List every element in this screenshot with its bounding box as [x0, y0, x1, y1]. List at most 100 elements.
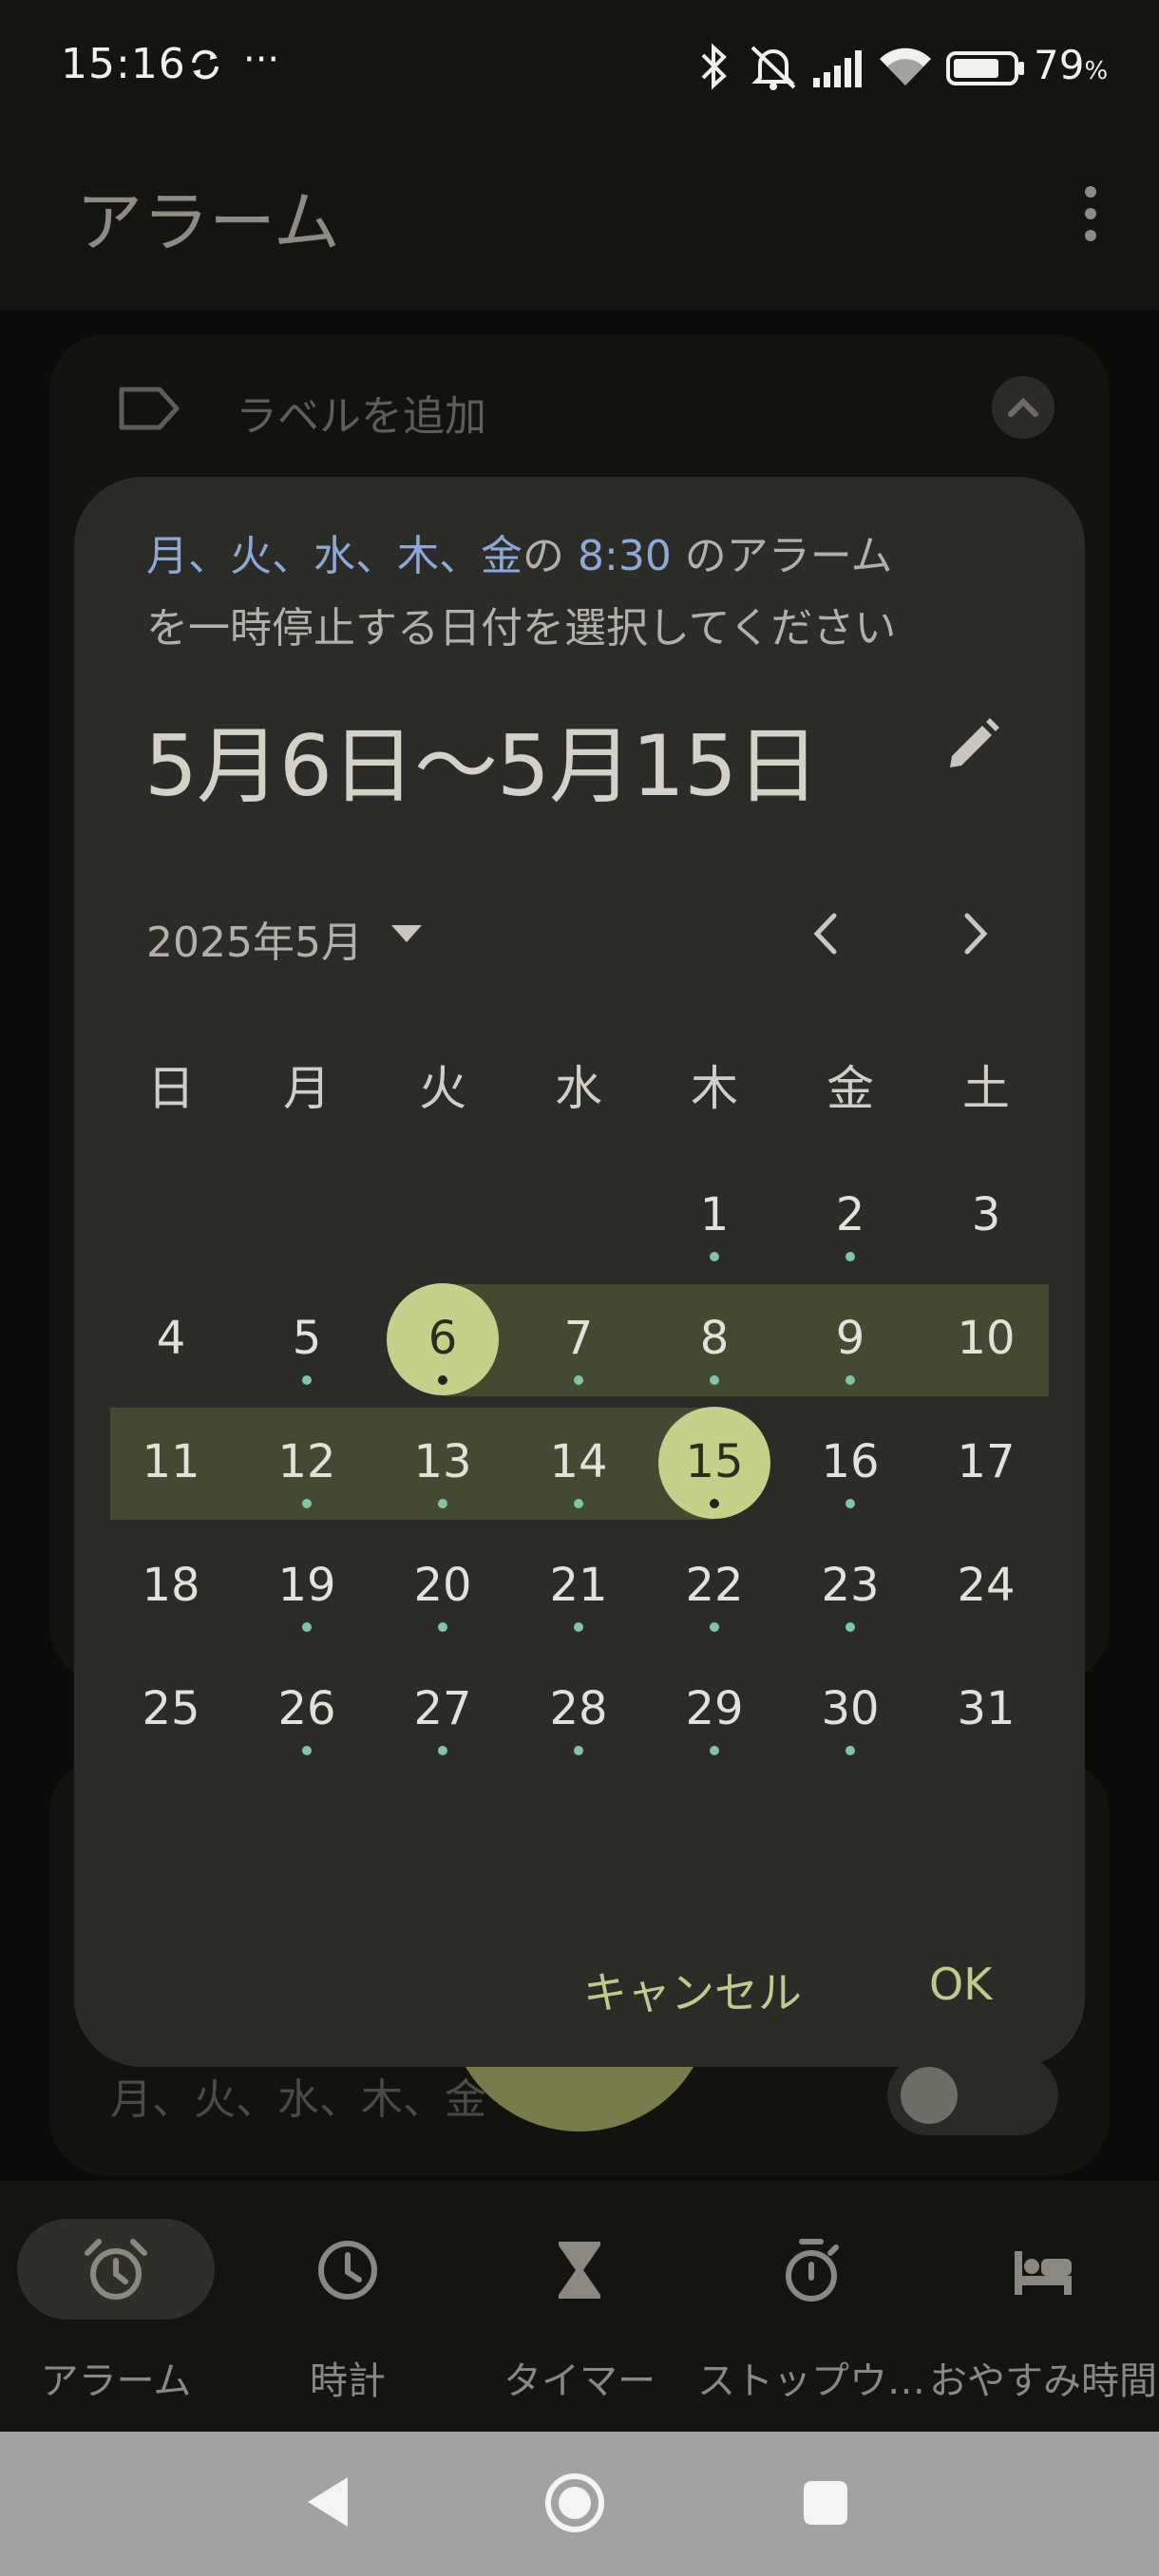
alarm-day-dot: [710, 1499, 719, 1508]
calendar-day-label: 28: [549, 1682, 608, 1735]
calendar-day[interactable]: 16: [793, 1419, 907, 1508]
alarm-day-dot: [302, 1746, 312, 1755]
alarm-day-dot: [710, 1375, 719, 1385]
nav-item[interactable]: アラーム: [0, 2181, 232, 2432]
weekday-header: 木: [691, 1061, 738, 1116]
headline-time: 8:30: [578, 532, 672, 580]
calendar-day[interactable]: 27: [386, 1666, 500, 1755]
calendar-day-label: 10: [957, 1312, 1016, 1365]
alarm-clock-icon: [85, 2239, 147, 2300]
collapse-button[interactable]: [992, 376, 1054, 439]
calendar-day-label: 8: [699, 1312, 730, 1365]
calendar-day[interactable]: 21: [522, 1543, 636, 1632]
calendar-day-label: 21: [549, 1559, 608, 1612]
calendar-day-label: 20: [413, 1559, 472, 1612]
nav-item[interactable]: おやすみ時間: [927, 2181, 1159, 2432]
calendar-day[interactable]: 12: [250, 1419, 364, 1508]
weekday-header: 金: [826, 1061, 874, 1116]
nav-item[interactable]: ストップウ…: [695, 2181, 927, 2432]
calendar-day[interactable]: 20: [386, 1543, 500, 1632]
calendar-day[interactable]: 9: [793, 1296, 907, 1385]
calendar-day-label: 17: [957, 1435, 1016, 1488]
calendar-day[interactable]: 15: [657, 1419, 771, 1508]
prev-month-button[interactable]: [806, 908, 847, 959]
overflow-menu-icon[interactable]: [1064, 180, 1117, 247]
calendar-day-label: 5: [292, 1312, 322, 1365]
nav-label: おやすみ時間: [929, 2359, 1157, 2403]
calendar-day[interactable]: 17: [929, 1419, 1043, 1505]
wifi-icon: [880, 47, 931, 85]
calendar-day[interactable]: 13: [386, 1419, 500, 1508]
alarm-day-dot: [846, 1622, 855, 1632]
weekday-header: 土: [962, 1061, 1010, 1116]
calendar-day[interactable]: 24: [929, 1543, 1043, 1628]
calendar-day[interactable]: 23: [793, 1543, 907, 1632]
calendar-day[interactable]: 8: [657, 1296, 771, 1385]
calendar-day[interactable]: 2: [793, 1172, 907, 1261]
next-month-button[interactable]: [954, 908, 996, 959]
status-time: 15:16: [61, 40, 186, 88]
bluetooth-icon: [701, 43, 727, 90]
calendar-day-label: 19: [277, 1559, 336, 1612]
alarm-day-dot: [574, 1622, 583, 1632]
calendar-day[interactable]: 28: [522, 1666, 636, 1755]
calendar-day-label: 31: [957, 1682, 1016, 1735]
more-notifications-icon: ···: [243, 38, 280, 82]
mute-icon: [750, 46, 796, 90]
calendar-day[interactable]: 3: [929, 1172, 1043, 1258]
calendar-day-label: 14: [549, 1435, 608, 1488]
battery-icon: [946, 51, 1024, 85]
calendar-day[interactable]: 26: [250, 1666, 364, 1755]
calendar-day[interactable]: 25: [114, 1666, 228, 1752]
calendar-day[interactable]: 18: [114, 1543, 228, 1628]
calendar-day[interactable]: 30: [793, 1666, 907, 1755]
calendar-day-label: 25: [142, 1682, 200, 1735]
calendar-day-label: 13: [413, 1435, 472, 1488]
ok-button[interactable]: OK: [929, 1959, 992, 2010]
alarm-repeat-days: 月、火、水、木、金: [110, 2075, 486, 2124]
edit-pencil-icon[interactable]: [942, 714, 1003, 775]
weekday-header: 日: [147, 1061, 195, 1116]
home-icon[interactable]: [543, 2472, 606, 2534]
nav-item[interactable]: タイマー: [464, 2181, 695, 2432]
calendar-day-label: 7: [563, 1312, 594, 1365]
calendar-day[interactable]: 19: [250, 1543, 364, 1632]
nav-label: 時計: [310, 2359, 386, 2403]
calendar-day[interactable]: 7: [522, 1296, 636, 1385]
calendar-day[interactable]: 5: [250, 1296, 364, 1385]
dialog-headline: 月、火、水、木、金の 8:30 のアラームを一時停止する日付を選択してください: [146, 532, 897, 653]
calendar-day[interactable]: 14: [522, 1419, 636, 1508]
dropdown-triangle-icon[interactable]: [388, 919, 426, 948]
alarm-day-dot: [302, 1499, 312, 1508]
calendar-day[interactable]: 1: [657, 1172, 771, 1261]
alarm-day-dot: [846, 1746, 855, 1755]
calendar-day[interactable]: 11: [114, 1419, 228, 1505]
alarm-day-dot: [574, 1375, 583, 1385]
calendar-day-label: 9: [835, 1312, 865, 1365]
calendar-day[interactable]: 4: [114, 1296, 228, 1381]
month-year-label[interactable]: 2025年5月: [146, 908, 363, 969]
calendar-day[interactable]: 6: [386, 1296, 500, 1385]
alarm-day-dot: [846, 1375, 855, 1385]
calendar-day[interactable]: 29: [657, 1666, 771, 1755]
calendar-day[interactable]: 31: [929, 1666, 1043, 1752]
weekday-header: 月: [283, 1061, 331, 1116]
calendar-day-label: 30: [821, 1682, 880, 1735]
alarm-day-dot: [438, 1375, 447, 1385]
calendar-day-label: 22: [685, 1559, 744, 1612]
alarm-day-dot: [302, 1622, 312, 1632]
calendar-day[interactable]: 22: [657, 1543, 771, 1632]
calendar-day-label: 11: [142, 1435, 200, 1488]
back-icon[interactable]: [302, 2473, 352, 2530]
sync-icon: [192, 49, 218, 80]
calendar-day[interactable]: 10: [929, 1296, 1043, 1381]
bed-icon: [1015, 2251, 1072, 2295]
recents-icon[interactable]: [802, 2479, 849, 2527]
add-label-field[interactable]: ラベルを追加: [236, 382, 486, 443]
cancel-button[interactable]: キャンセル: [583, 1959, 802, 2021]
nav-item[interactable]: 時計: [232, 2181, 464, 2432]
alarm-day-dot: [438, 1622, 447, 1632]
calendar-day-label: 2: [835, 1188, 865, 1241]
weekday-header: 火: [419, 1061, 466, 1116]
alarm-day-dot: [574, 1499, 583, 1508]
